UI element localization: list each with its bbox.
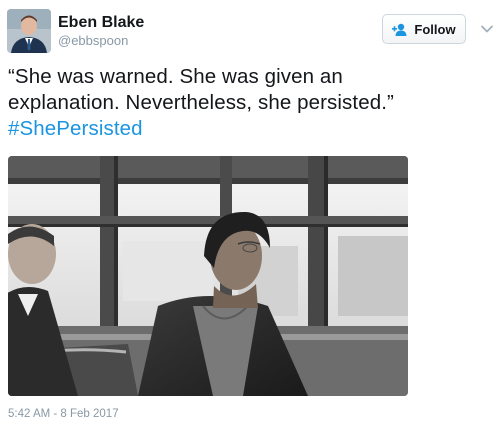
follow-button[interactable]: Follow <box>382 14 466 44</box>
tweet-text-line-2: explanation. Nevertheless, she persisted… <box>8 91 394 114</box>
tweet-text-line-1: “She was warned. She was given an <box>8 65 343 88</box>
follow-label: Follow <box>414 21 456 37</box>
tweet-photo[interactable] <box>8 156 408 396</box>
tweet-timestamp[interactable]: 5:42 AM - 8 Feb 2017 <box>8 408 119 420</box>
hashtag-link[interactable]: #ShePersisted <box>8 116 496 142</box>
chevron-down-icon[interactable] <box>480 24 494 34</box>
add-person-icon <box>392 23 407 36</box>
tweet-text: “She was warned. She was given an explan… <box>8 64 496 142</box>
user-handle[interactable]: @ebbspoon <box>58 33 128 48</box>
avatar-image <box>7 9 51 53</box>
display-name[interactable]: Eben Blake <box>58 14 144 32</box>
bus-passenger-photo <box>8 156 408 396</box>
avatar[interactable] <box>7 9 51 53</box>
